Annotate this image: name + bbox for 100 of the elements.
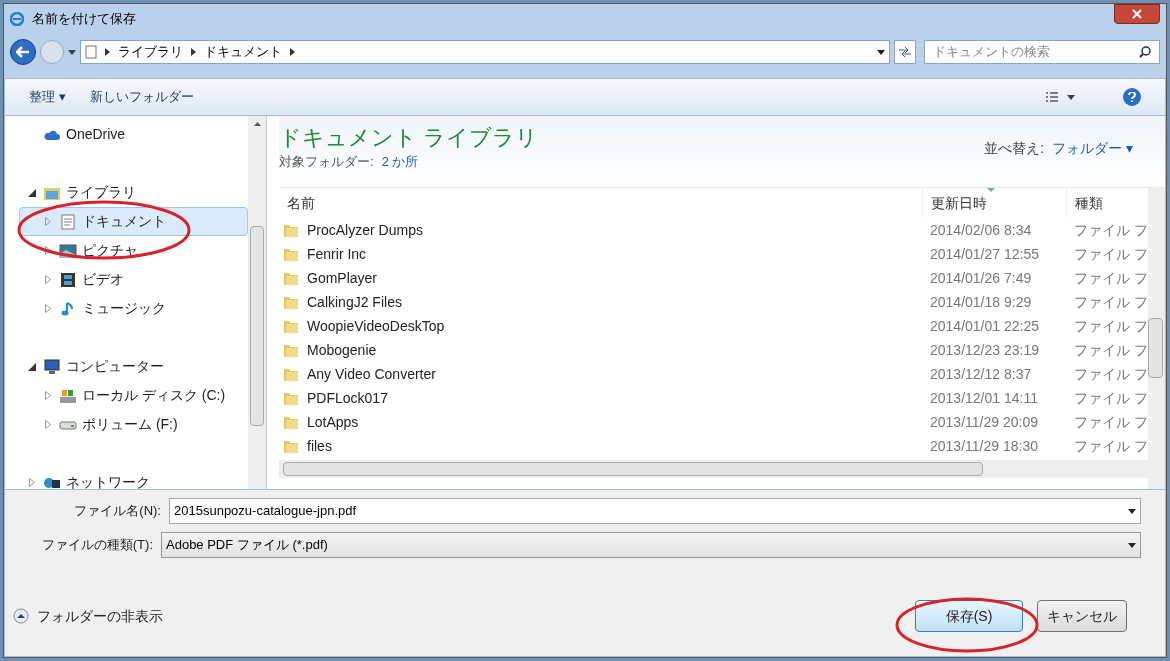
column-header[interactable]: 更新日時: [922, 188, 1066, 218]
vertical-scrollbar[interactable]: [1148, 188, 1165, 489]
filename-field[interactable]: 2015sunpozu-catalogue-jpn.pdf: [169, 498, 1141, 524]
date-cell-text: 2014/02/06 8:34: [929, 220, 1033, 240]
tree-item[interactable]: ネットワーク: [19, 468, 248, 489]
back-button[interactable]: [10, 39, 36, 65]
file-name: PDFLock017: [307, 388, 388, 408]
file-name: CalkingJ2 Files: [307, 292, 402, 312]
page-icon: [85, 45, 97, 59]
tree-item[interactable]: ドキュメント: [19, 207, 248, 236]
tree-item-label: ビデオ: [82, 270, 124, 289]
sort-label: 並べ替え:: [984, 139, 1045, 158]
close-button[interactable]: [1114, 4, 1160, 24]
collapsed-arrow-icon[interactable]: [29, 478, 35, 487]
file-row[interactable]: files 2013/11/29 18:30 ファイル フ: [279, 434, 1148, 458]
organize-button[interactable]: 整理 ▾: [29, 87, 66, 107]
music-note-icon: [61, 300, 75, 317]
cloud-icon: [44, 128, 60, 141]
library-title: ドキュメント ライブラリ: [279, 124, 539, 152]
date-cell-text: 2014/01/26 7:49: [929, 268, 1033, 288]
tree-item-label: ボリューム (F:): [82, 415, 178, 434]
tree-item[interactable]: ビデオ: [19, 265, 248, 294]
date-cell-text: 2014/01/18 9:29: [929, 292, 1033, 312]
breadcrumb-item[interactable]: ライブラリ: [118, 42, 183, 62]
folder-icon: [283, 438, 299, 454]
file-name: WoopieVideoDeskTop: [307, 316, 445, 336]
tree-item[interactable]: ライブラリ: [19, 178, 248, 207]
file-row[interactable]: Fenrir Inc 2014/01/27 12:55 ファイル フ: [279, 242, 1148, 266]
breadcrumb-arrow-icon[interactable]: [191, 48, 196, 56]
address-bar[interactable]: ライブラリ ドキュメント: [80, 40, 890, 64]
scrollbar-thumb[interactable]: [250, 226, 264, 426]
search-input[interactable]: ドキュメントの検索: [933, 42, 1139, 62]
locations-link[interactable]: 2 か所: [381, 152, 419, 172]
file-row[interactable]: CalkingJ2 Files 2014/01/18 9:29 ファイル フ: [279, 290, 1148, 314]
file-row[interactable]: ProcAlyzer Dumps 2014/02/06 8:34 ファイル フ: [279, 218, 1148, 242]
scrollbar-thumb[interactable]: [283, 462, 983, 476]
search-field[interactable]: ドキュメントの検索: [924, 40, 1160, 64]
tree-item-label: ローカル ディスク (C:): [82, 386, 226, 405]
file-row[interactable]: Any Video Converter 2013/12/12 8:37 ファイル フ: [279, 362, 1148, 386]
collapsed-arrow-icon[interactable]: [45, 304, 51, 313]
film-icon: [60, 271, 76, 288]
scroll-up-arrow-icon[interactable]: [253, 122, 261, 126]
folder-icon: [283, 222, 299, 238]
horizontal-scrollbar[interactable]: [279, 460, 1148, 478]
hide-folders-button[interactable]: フォルダーの非表示: [13, 605, 163, 627]
tree-item[interactable]: OneDrive: [19, 120, 248, 149]
file-row[interactable]: Mobogenie 2013/12/23 23:19 ファイル フ: [279, 338, 1148, 362]
file-type-dropdown[interactable]: Adobe PDF ファイル (*.pdf): [161, 532, 1141, 558]
file-name: files: [307, 436, 332, 456]
tree-item[interactable]: ローカル ディスク (C:): [19, 381, 248, 410]
view-options-button[interactable]: [1045, 91, 1075, 103]
cancel-button[interactable]: キャンセル: [1037, 600, 1127, 632]
expanded-arrow-icon[interactable]: [28, 188, 36, 197]
breadcrumb-item[interactable]: ドキュメント: [204, 42, 282, 62]
dropdown-arrow-icon: [1128, 542, 1136, 548]
file-name: ProcAlyzer Dumps: [307, 220, 423, 240]
refresh-button[interactable]: [894, 40, 916, 64]
date-cell-text: 2013/11/29 20:09: [929, 412, 1039, 432]
dropdown-arrow-icon[interactable]: [877, 49, 885, 55]
computer-icon: [43, 358, 61, 375]
tree-item[interactable]: コンピューター: [19, 352, 248, 381]
collapsed-arrow-icon[interactable]: [45, 420, 51, 429]
folder-icon: [283, 414, 299, 430]
close-icon: [1132, 9, 1142, 19]
file-row[interactable]: GomPlayer 2014/01/26 7:49 ファイル フ: [279, 266, 1148, 290]
file-row[interactable]: WoopieVideoDeskTop 2014/01/01 22:25 ファイル フ: [279, 314, 1148, 338]
expanded-arrow-icon[interactable]: [28, 362, 36, 371]
tree-item-label: ミュージック: [82, 299, 166, 318]
folder-icon: [283, 294, 299, 310]
help-button[interactable]: [1123, 88, 1141, 106]
dropdown-arrow-icon[interactable]: [68, 49, 76, 55]
tree-item[interactable]: ピクチャ: [19, 236, 248, 265]
dropdown-arrow-icon: [1128, 508, 1136, 514]
folder-icon: [283, 366, 299, 382]
file-name: Any Video Converter: [307, 364, 436, 384]
tree-item[interactable]: ボリューム (F:): [19, 410, 248, 439]
scrollbar-thumb[interactable]: [1148, 318, 1163, 378]
collapsed-arrow-icon[interactable]: [45, 391, 51, 400]
file-row[interactable]: LotApps 2013/11/29 20:09 ファイル フ: [279, 410, 1148, 434]
save-button[interactable]: 保存(S): [915, 600, 1023, 632]
vertical-scrollbar[interactable]: [248, 116, 266, 489]
breadcrumb-arrow-icon[interactable]: [105, 48, 110, 56]
target-folder-label: 対象フォルダー:: [279, 153, 374, 171]
collapsed-arrow-icon[interactable]: [45, 246, 51, 255]
sort-dropdown[interactable]: フォルダー ▾: [1052, 138, 1133, 159]
folder-icon: [283, 342, 299, 358]
column-header[interactable]: 名前: [279, 188, 922, 218]
folder-icon: [283, 318, 299, 334]
breadcrumb-arrow-icon[interactable]: [290, 48, 295, 56]
search-icon: [1139, 46, 1151, 58]
date-cell-text: 2014/01/01 22:25: [929, 316, 1040, 336]
tree-item[interactable]: ミュージック: [19, 294, 248, 323]
tree-item-label: OneDrive: [66, 125, 126, 144]
new-folder-button[interactable]: 新しいフォルダー: [89, 87, 194, 107]
question-mark-icon: [1128, 92, 1136, 102]
back-arrow-icon: [16, 46, 30, 58]
tree-item-label: ドキュメント: [82, 212, 166, 231]
file-row[interactable]: PDFLock017 2013/12/01 14:11 ファイル フ: [279, 386, 1148, 410]
collapsed-arrow-icon[interactable]: [45, 275, 51, 284]
date-cell-text: 2013/12/12 8:37: [929, 364, 1033, 384]
